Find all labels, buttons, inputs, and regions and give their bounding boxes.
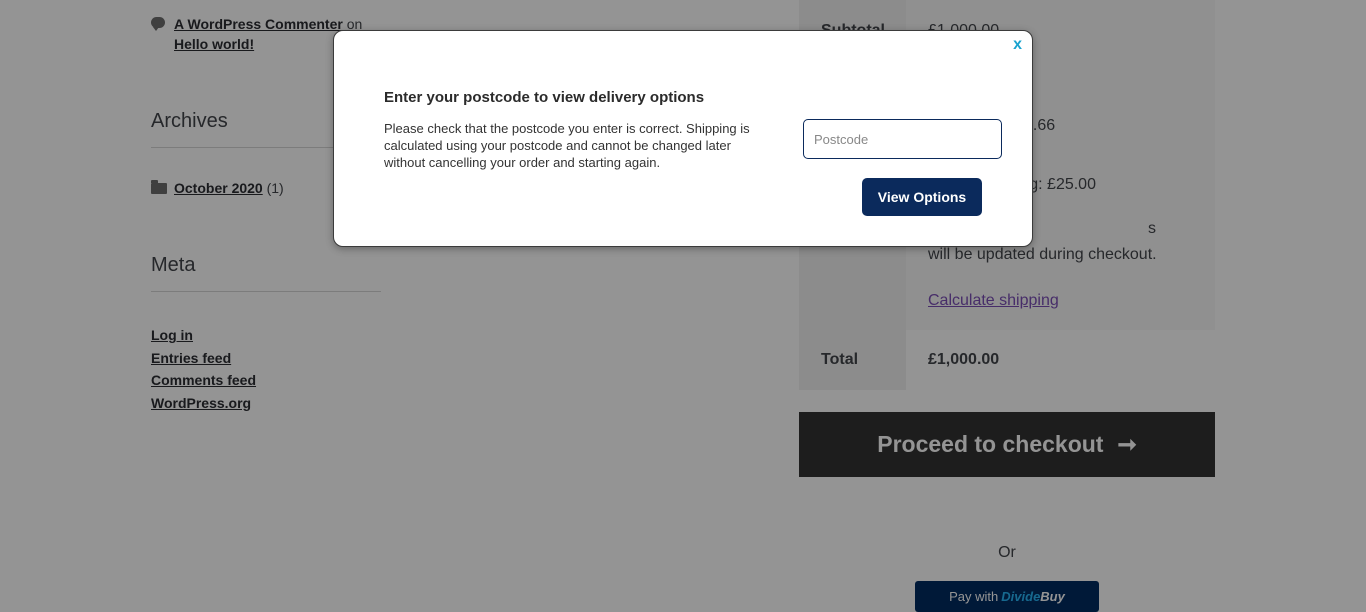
postcode-input[interactable] — [803, 119, 1002, 159]
modal-title: Enter your postcode to view delivery opt… — [384, 89, 705, 106]
close-icon[interactable]: x — [1013, 36, 1022, 54]
postcode-modal: x Enter your postcode to view delivery o… — [333, 30, 1033, 247]
modal-description: Please check that the postcode you enter… — [384, 121, 750, 170]
view-options-button[interactable]: View Options — [862, 178, 982, 216]
